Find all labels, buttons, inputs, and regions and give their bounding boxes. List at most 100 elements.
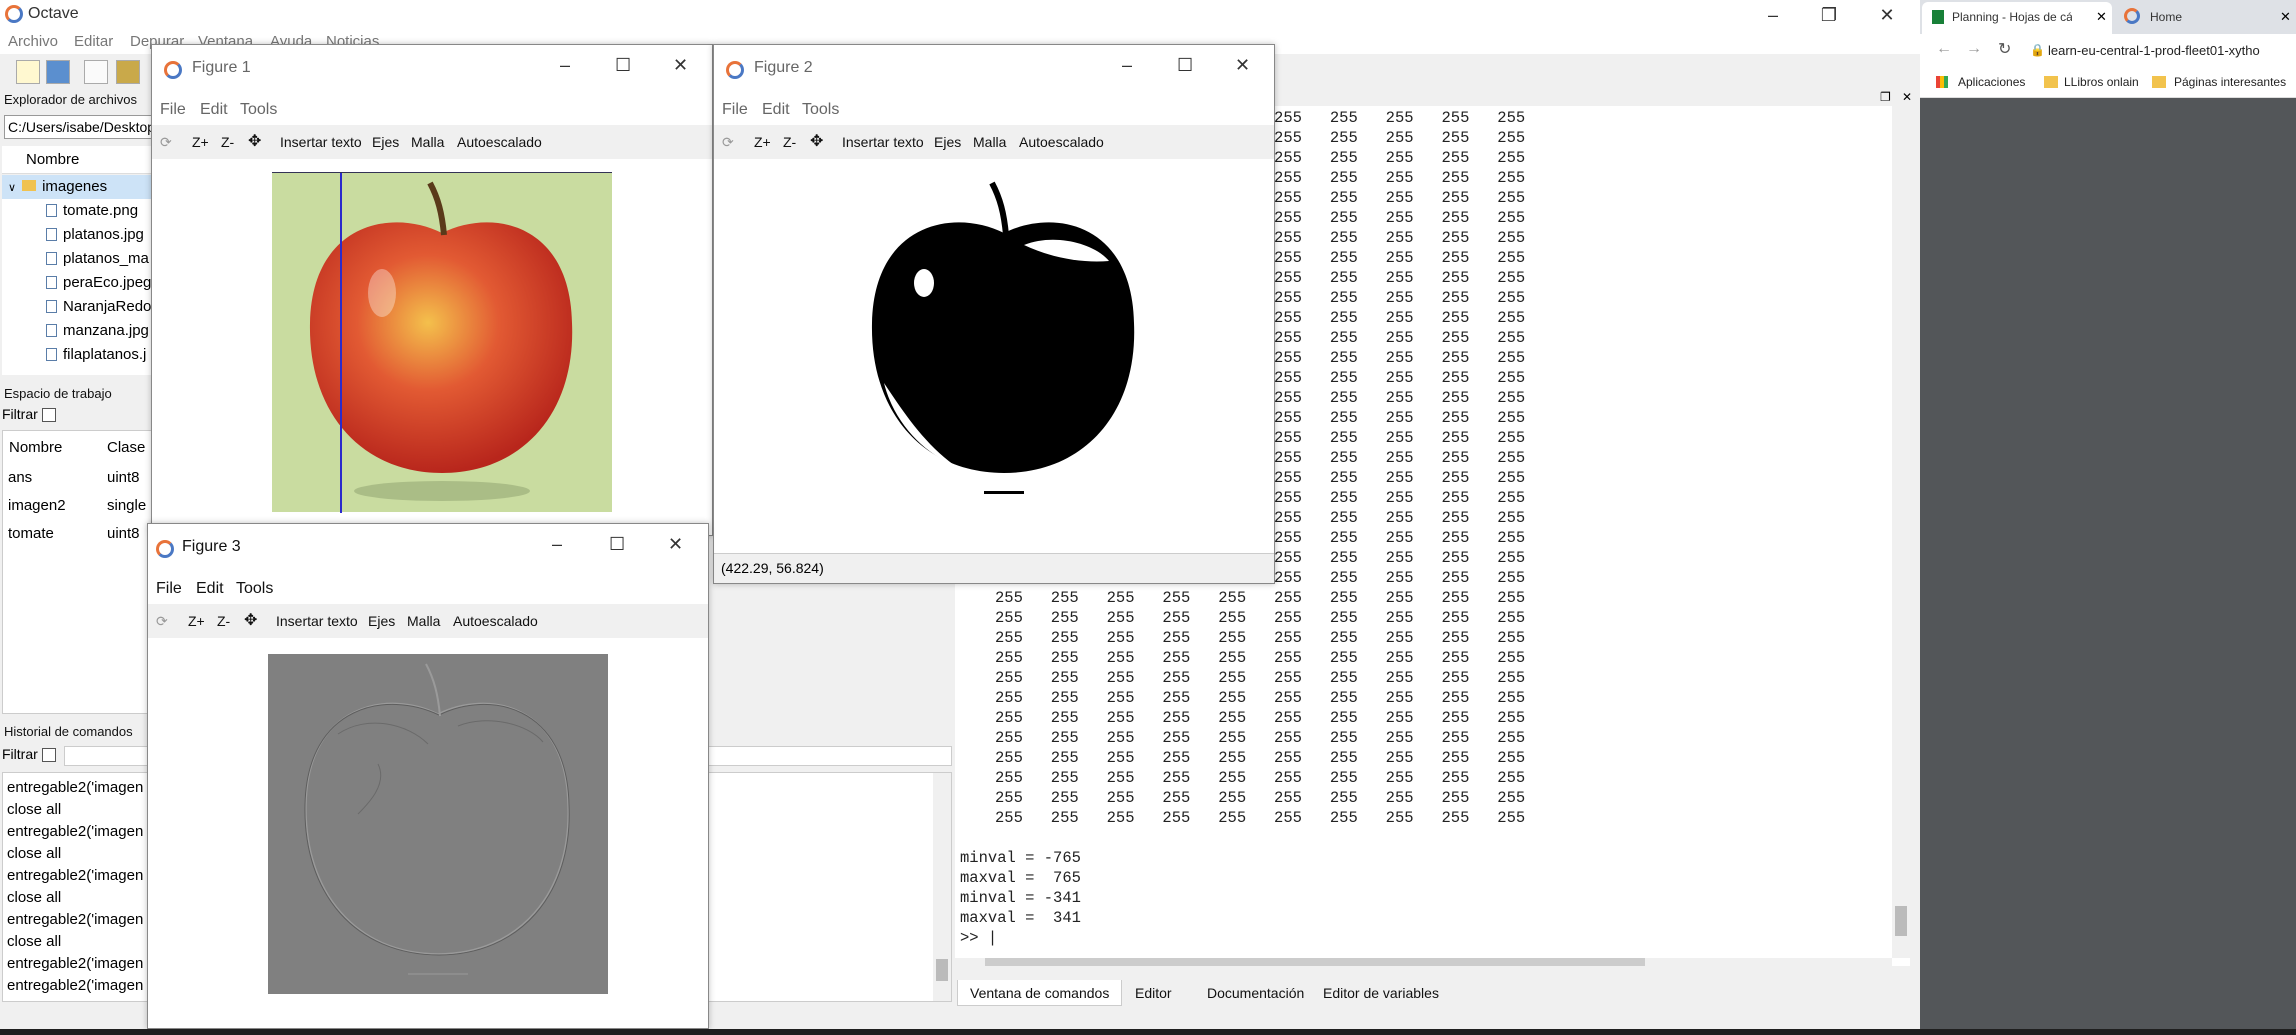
history-item[interactable]: close all [7, 931, 143, 953]
bookmark-libros[interactable]: LLibros onlain [2064, 75, 2139, 89]
menu-tools[interactable]: Tools [802, 101, 839, 119]
menu-archivo[interactable]: Archivo [8, 33, 58, 50]
zoom-out-button[interactable]: Z- [221, 134, 234, 150]
history-item[interactable]: entregable2('imagen [7, 975, 143, 997]
var-name[interactable]: ans [8, 469, 32, 486]
scrollbar-thumb[interactable] [1895, 906, 1907, 936]
column-nombre[interactable]: Nombre [9, 439, 62, 456]
forward-icon[interactable]: → [1966, 40, 1982, 58]
restore-icon[interactable]: ❐ [1800, 0, 1858, 30]
address-bar[interactable]: learn-eu-central-1-prod-fleet01-xytho [2048, 43, 2260, 58]
file-item[interactable]: NaranjaRedo [46, 298, 151, 322]
paste-icon[interactable] [116, 60, 140, 84]
file-item[interactable]: platanos_ma [46, 250, 149, 274]
tab-editor[interactable]: Editor [1123, 980, 1184, 1006]
back-icon[interactable]: ← [1936, 40, 1952, 58]
history-item[interactable]: entregable2('imagen [7, 865, 143, 887]
figure-2-window[interactable]: Figure 2 – ☐ ✕ File Edit Tools ⟳ Z+ Z- ✥… [713, 44, 1275, 584]
minimize-icon[interactable]: – [560, 55, 570, 76]
menu-tools[interactable]: Tools [236, 580, 273, 598]
zoom-out-button[interactable]: Z- [217, 613, 230, 629]
history-item[interactable]: close all [7, 799, 143, 821]
tab-documentacion[interactable]: Documentación [1195, 980, 1316, 1006]
autoscale-button[interactable]: Autoescalado [1019, 134, 1104, 150]
pan-icon[interactable]: ✥ [810, 131, 823, 151]
grid-button[interactable]: Malla [407, 613, 440, 629]
history-item[interactable]: entregable2('imagen [7, 821, 143, 843]
zoom-in-button[interactable]: Z+ [192, 134, 209, 150]
menu-file[interactable]: File [156, 580, 182, 598]
autoscale-button[interactable]: Autoescalado [453, 613, 538, 629]
menu-edit[interactable]: Edit [196, 580, 224, 598]
history-item[interactable]: entregable2('imagen [7, 953, 143, 975]
menu-file[interactable]: File [722, 101, 748, 119]
browser-tab-home[interactable]: Home ✕ [2116, 2, 2296, 34]
close-icon[interactable]: ✕ [668, 534, 683, 555]
figure-1-window[interactable]: Figure 1 – ☐ ✕ File Edit Tools ⟳ Z+ Z- ✥… [151, 44, 713, 536]
insert-text-button[interactable]: Insertar texto [280, 134, 362, 150]
minimize-icon[interactable]: – [552, 534, 562, 555]
reload-icon[interactable]: ↻ [1998, 39, 2011, 59]
file-item[interactable]: filaplatanos.j [46, 346, 146, 370]
copy-icon[interactable] [84, 60, 108, 84]
axes-button[interactable]: Ejes [934, 134, 961, 150]
rotate-icon[interactable]: ⟳ [156, 613, 168, 630]
new-file-icon[interactable] [16, 60, 40, 84]
history-item[interactable]: close all [7, 843, 143, 865]
column-clase[interactable]: Clase [107, 439, 145, 456]
scrollbar-thumb[interactable] [985, 958, 1645, 966]
var-name[interactable]: tomate [8, 525, 54, 542]
bookmark-apps[interactable]: Aplicaciones [1958, 75, 2025, 89]
pan-icon[interactable]: ✥ [244, 610, 257, 630]
insert-text-button[interactable]: Insertar texto [276, 613, 358, 629]
history-item[interactable]: entregable2('imagen [7, 909, 143, 931]
rotate-icon[interactable]: ⟳ [722, 134, 734, 151]
cmd-hscrollbar[interactable] [955, 958, 1892, 966]
menu-edit[interactable]: Edit [200, 101, 228, 119]
open-folder-icon[interactable] [46, 60, 70, 84]
cmd-vscrollbar[interactable] [1892, 106, 1910, 958]
close-panel-icon[interactable]: ✕ [1902, 90, 1912, 104]
history-item[interactable]: close all [7, 887, 143, 909]
menu-tools[interactable]: Tools [240, 101, 277, 119]
close-tab-icon[interactable]: ✕ [2280, 9, 2291, 25]
axes-button[interactable]: Ejes [368, 613, 395, 629]
axes-button[interactable]: Ejes [372, 134, 399, 150]
column-nombre[interactable]: Nombre [26, 151, 79, 168]
grid-button[interactable]: Malla [973, 134, 1006, 150]
bookmark-paginas[interactable]: Páginas interesantes [2174, 75, 2286, 89]
pan-icon[interactable]: ✥ [248, 131, 261, 151]
minimize-icon[interactable]: – [1122, 55, 1132, 76]
minimize-icon[interactable]: – [1744, 0, 1802, 30]
maximize-icon[interactable]: ☐ [1177, 55, 1193, 76]
history-filter-checkbox[interactable] [42, 748, 56, 762]
autoscale-button[interactable]: Autoescalado [457, 134, 542, 150]
insert-text-button[interactable]: Insertar texto [842, 134, 924, 150]
zoom-in-button[interactable]: Z+ [754, 134, 771, 150]
menu-edit[interactable]: Edit [762, 101, 790, 119]
undock-icon[interactable]: ❐ [1880, 90, 1891, 104]
history-item[interactable]: entregable2('imagen [7, 777, 143, 799]
grid-button[interactable]: Malla [411, 134, 444, 150]
history-scrollbar[interactable] [933, 773, 951, 1001]
workspace-filter-checkbox[interactable] [42, 408, 56, 422]
close-icon[interactable]: ✕ [673, 55, 688, 76]
file-item[interactable]: manzana.jpg [46, 322, 149, 346]
close-icon[interactable]: ✕ [1235, 55, 1250, 76]
tab-editor-de-variables[interactable]: Editor de variables [1311, 980, 1451, 1006]
path-field[interactable]: C:/Users/isabe/Desktop/u [4, 115, 154, 139]
maximize-icon[interactable]: ☐ [615, 55, 631, 76]
menu-editar[interactable]: Editar [74, 33, 113, 50]
folder-item-imagenes[interactable]: ∨ imagenes [2, 175, 152, 199]
rotate-icon[interactable]: ⟳ [160, 134, 172, 151]
zoom-in-button[interactable]: Z+ [188, 613, 205, 629]
file-item[interactable]: tomate.png [46, 202, 138, 226]
var-name[interactable]: imagen2 [8, 497, 66, 514]
figure-3-window[interactable]: Figure 3 – ☐ ✕ File Edit Tools ⟳ Z+ Z- ✥… [147, 523, 709, 1029]
maximize-icon[interactable]: ☐ [609, 534, 625, 555]
file-item[interactable]: platanos.jpg [46, 226, 144, 250]
file-item[interactable]: peraEco.jpeg [46, 274, 151, 298]
close-tab-icon[interactable]: ✕ [2096, 9, 2107, 25]
scrollbar-thumb[interactable] [936, 959, 948, 981]
browser-tab-planning[interactable]: Planning - Hojas de cá ✕ [1922, 2, 2112, 34]
